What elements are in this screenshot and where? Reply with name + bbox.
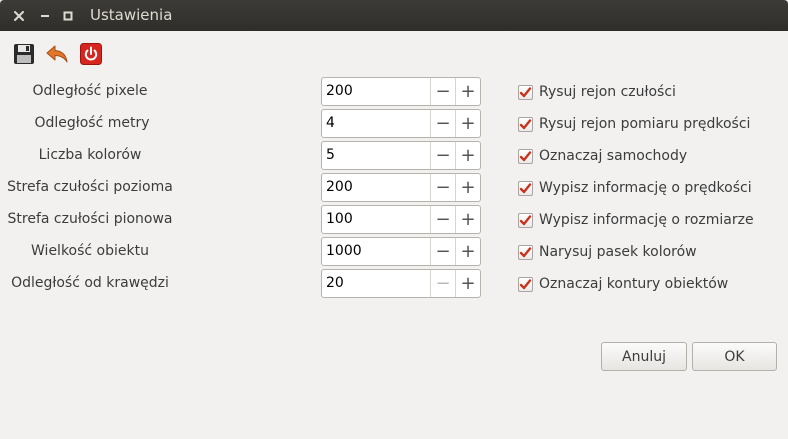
check-mark-icon — [519, 278, 532, 289]
setting-label: Strefa czułości pozioma — [7, 179, 173, 195]
option-checkbox[interactable]: Narysuj pasek kolorów — [518, 243, 697, 261]
minimize-icon[interactable] — [38, 9, 51, 22]
setting-value-input[interactable]: 200 — [322, 174, 430, 201]
window-title: Ustawienia — [90, 6, 173, 24]
settings-window: Ustawienia Odległość pixele 200− + Odległoś… — [0, 0, 788, 439]
option-checkbox[interactable]: Wypisz informację o prędkości — [518, 179, 752, 197]
option-checkbox[interactable]: Wypisz informację o rozmiarze — [518, 211, 754, 229]
setting-spinbox[interactable]: 1000− + — [321, 237, 481, 266]
checkbox-box[interactable] — [518, 276, 533, 292]
option-checkbox[interactable]: Rysuj rejon czułości — [518, 83, 676, 101]
setting-label: Liczba kolorów — [38, 147, 142, 163]
setting-value-input[interactable]: 20 — [322, 270, 430, 297]
setting-value-input[interactable]: 5 — [322, 142, 430, 169]
setting-value-input[interactable]: 100 — [322, 206, 430, 233]
setting-value-input[interactable]: 1000 — [322, 238, 430, 265]
checkbox-box[interactable] — [518, 244, 533, 260]
option-label: Oznaczaj kontury obiektów — [539, 276, 729, 292]
title-bar: Ustawienia — [0, 0, 788, 31]
setting-label: Odległość od krawędzi — [11, 275, 169, 291]
option-label: Wypisz informację o prędkości — [539, 180, 752, 196]
setting-spinbox[interactable]: 100− + — [321, 205, 481, 234]
ok-button[interactable]: OK — [692, 342, 777, 371]
increment-button[interactable]: + — [455, 110, 480, 137]
setting-spinbox[interactable]: 200− + — [321, 173, 481, 202]
option-checkbox[interactable]: Rysuj rejon pomiaru prędkości — [518, 115, 750, 133]
setting-value-input[interactable]: 4 — [322, 110, 430, 137]
check-mark-icon — [519, 86, 532, 97]
increment-button[interactable]: + — [455, 78, 480, 105]
maximize-icon[interactable] — [61, 9, 74, 22]
check-mark-icon — [519, 150, 532, 161]
decrement-button[interactable]: − — [430, 206, 455, 233]
increment-button[interactable]: + — [455, 270, 480, 297]
decrement-button[interactable]: − — [430, 78, 455, 105]
option-label: Oznaczaj samochody — [539, 148, 688, 164]
setting-value-input[interactable]: 200 — [322, 78, 430, 105]
setting-label: Odległość pixele — [32, 83, 148, 99]
checkbox-box[interactable] — [518, 84, 533, 100]
check-mark-icon — [519, 246, 532, 257]
increment-button[interactable]: + — [455, 142, 480, 169]
setting-spinbox[interactable]: 200− + — [321, 77, 481, 106]
option-checkbox[interactable]: Oznaczaj samochody — [518, 147, 687, 165]
option-checkbox[interactable]: Oznaczaj kontury obiektów — [518, 275, 728, 293]
increment-button[interactable]: + — [455, 174, 480, 201]
decrement-button[interactable]: − — [430, 270, 455, 297]
setting-spinbox[interactable]: 4− + — [321, 109, 481, 138]
decrement-button[interactable]: − — [430, 174, 455, 201]
option-label: Rysuj rejon czułości — [539, 84, 676, 100]
power-icon[interactable] — [79, 42, 103, 66]
undo-icon[interactable] — [45, 42, 69, 66]
decrement-button[interactable]: − — [430, 110, 455, 137]
setting-label: Wielkość obiektu — [31, 243, 149, 259]
setting-spinbox[interactable]: 20− + — [321, 269, 481, 298]
setting-label: Strefa czułości pionowa — [7, 211, 173, 227]
save-icon[interactable] — [12, 42, 36, 66]
checkbox-box[interactable] — [518, 116, 533, 132]
decrement-button[interactable]: − — [430, 238, 455, 265]
close-icon[interactable] — [12, 9, 25, 22]
checkbox-box[interactable] — [518, 212, 533, 228]
checkbox-box[interactable] — [518, 148, 533, 164]
check-mark-icon — [519, 118, 532, 129]
increment-button[interactable]: + — [455, 238, 480, 265]
check-mark-icon — [519, 182, 532, 193]
setting-spinbox[interactable]: 5− + — [321, 141, 481, 170]
option-label: Rysuj rejon pomiaru prędkości — [539, 116, 751, 132]
setting-label: Odległość metry — [34, 115, 150, 131]
decrement-button[interactable]: − — [430, 142, 455, 169]
checkbox-box[interactable] — [518, 180, 533, 196]
increment-button[interactable]: + — [455, 206, 480, 233]
option-label: Narysuj pasek kolorów — [539, 244, 697, 260]
option-label: Wypisz informację o rozmiarze — [539, 212, 754, 228]
check-mark-icon — [519, 214, 532, 225]
cancel-button[interactable]: Anuluj — [601, 342, 687, 371]
